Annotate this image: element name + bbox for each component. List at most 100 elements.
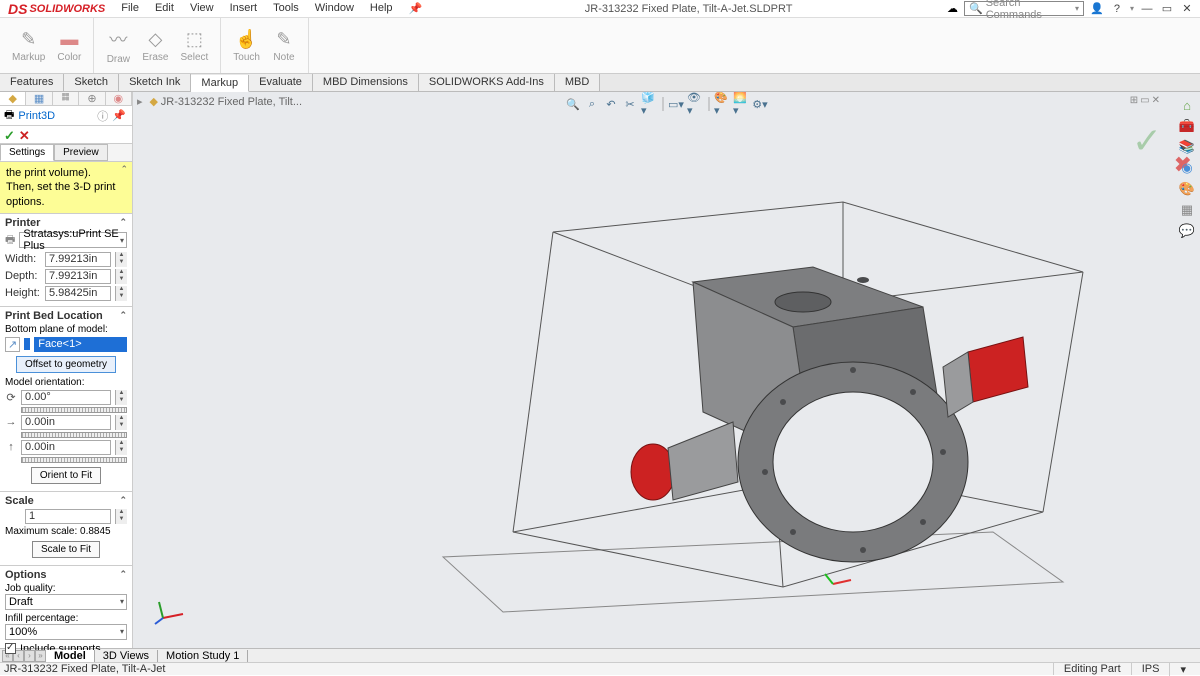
bottom-plane-field[interactable]: Face<1> (34, 337, 127, 352)
scale-input[interactable]: 1 (25, 509, 111, 524)
collapse-hint-icon[interactable]: ⌃ (120, 164, 128, 176)
ribbon-note-button[interactable]: ✎Note (266, 21, 302, 71)
edit-appearance-icon[interactable]: 🎨▾ (714, 96, 730, 112)
breadcrumb[interactable]: ◆ JR-313232 Fixed Plate, Tilt... (150, 95, 302, 108)
apply-scene-icon[interactable]: 🌅▾ (733, 96, 749, 112)
taskpane-appearances-icon[interactable]: 🎨 (1178, 180, 1196, 198)
cloud-icon[interactable]: ☁ (947, 2, 958, 15)
tab-evaluate[interactable]: Evaluate (249, 74, 313, 91)
print3d-feature-icon: 🖶 (4, 106, 14, 125)
ok-button-icon[interactable]: ✓ (4, 128, 15, 141)
subtab-settings[interactable]: Settings (0, 144, 54, 161)
close-icon[interactable]: ✕ (1180, 2, 1194, 15)
bottom-tab-3d-views[interactable]: 3D Views (95, 650, 158, 662)
tab-solidworks-addins[interactable]: SOLIDWORKS Add-Ins (419, 74, 555, 91)
collapse-options-icon[interactable]: ⌃ (119, 569, 127, 581)
menu-tools[interactable]: Tools (265, 0, 307, 17)
ribbon-markup-button[interactable]: ✎Markup (6, 21, 51, 71)
help-icon[interactable]: ? (1110, 3, 1124, 15)
panel-tab-property-icon[interactable]: ▦ (26, 92, 52, 105)
viewport-close-icon[interactable]: ✕ (1152, 95, 1160, 106)
bottom-tab-motion-study[interactable]: Motion Study 1 (158, 650, 248, 662)
viewport-window-icon[interactable]: ⊞ (1130, 95, 1138, 106)
taskpane-view-icon[interactable]: ◉ (1178, 159, 1196, 177)
ribbon-select-button[interactable]: ⬚Select (174, 21, 214, 71)
display-style-icon[interactable]: ▭▾ (668, 96, 684, 112)
offset-to-geometry-button[interactable]: Offset to geometry (16, 356, 116, 373)
view-settings-icon[interactable]: ⚙▾ (752, 96, 768, 112)
flyout-expand-icon[interactable]: ▸ (137, 95, 143, 108)
taskpane-custom-icon[interactable]: ▦ (1178, 201, 1196, 219)
printer-height-input[interactable]: 5.98425in (45, 286, 111, 301)
plane-select-icon[interactable]: ↗ (5, 337, 20, 352)
include-supports-checkbox[interactable] (5, 643, 16, 654)
graphics-viewport[interactable]: ▸ ◆ JR-313232 Fixed Plate, Tilt... 🔍 ⌕ ↶… (133, 92, 1200, 648)
tab-features[interactable]: Features (0, 74, 64, 91)
hide-show-icon[interactable]: 👁▾ (687, 96, 703, 112)
ribbon-color-button[interactable]: ▬Color (51, 21, 87, 71)
prev-view-icon[interactable]: ↶ (603, 96, 619, 112)
cancel-button-icon[interactable]: ✕ (19, 128, 30, 141)
infill-select[interactable]: 100%▾ (5, 624, 127, 640)
printer-depth-input[interactable]: 7.99213in (45, 269, 111, 284)
help-feature-icon[interactable]: ⓘ (97, 108, 108, 124)
ribbon-erase-button[interactable]: ◇Erase (136, 21, 174, 71)
menu-window[interactable]: Window (307, 0, 362, 17)
collapse-scale-icon[interactable]: ⌃ (119, 495, 127, 507)
scale-to-fit-button[interactable]: Scale to Fit (32, 541, 100, 558)
orient-to-fit-button[interactable]: Orient to Fit (31, 467, 101, 484)
taskpane-home-icon[interactable]: ⌂ (1178, 96, 1196, 114)
dy-input[interactable]: 0.00in (21, 440, 111, 455)
dx-input[interactable]: 0.00in (21, 415, 111, 430)
menu-file[interactable]: File (113, 0, 147, 17)
subtab-preview[interactable]: Preview (54, 144, 108, 161)
move-x-icon: → (5, 416, 17, 428)
ribbon-touch-button[interactable]: ☝Touch (227, 21, 266, 71)
tab-sketch[interactable]: Sketch (64, 74, 119, 91)
printer-section: Printer⌃ 🖶 Stratasys:uPrint SE Plus▾ Wid… (0, 214, 132, 307)
tab-mbd-dimensions[interactable]: MBD Dimensions (313, 74, 419, 91)
ribbon-draw-button[interactable]: 〰Draw (100, 21, 136, 71)
minimize-icon[interactable]: — (1140, 3, 1154, 15)
pin-feature-icon[interactable]: 📌 (112, 109, 126, 122)
angle-slider[interactable] (21, 407, 127, 413)
menu-edit[interactable]: Edit (147, 0, 182, 17)
taskpane-forum-icon[interactable]: 💬 (1178, 222, 1196, 240)
menu-insert[interactable]: Insert (222, 0, 266, 17)
printer-select[interactable]: Stratasys:uPrint SE Plus▾ (19, 232, 127, 248)
menu-view[interactable]: View (182, 0, 222, 17)
tab-mbd[interactable]: MBD (555, 74, 600, 91)
section-view-icon[interactable]: ✂ (622, 96, 638, 112)
zoom-area-icon[interactable]: ⌕ (584, 96, 600, 112)
job-quality-select[interactable]: Draft▾ (5, 594, 127, 610)
printer-width-input[interactable]: 7.99213in (45, 252, 111, 267)
dy-slider[interactable] (21, 457, 127, 463)
view-tabs-bar: « ‹ › » Model 3D Views Motion Study 1 (0, 648, 1200, 662)
tab-sketch-ink[interactable]: Sketch Ink (119, 74, 191, 91)
status-units[interactable]: IPS (1131, 663, 1170, 675)
restore-icon[interactable]: ▭ (1160, 2, 1174, 15)
collapse-printer-icon[interactable]: ⌃ (119, 217, 127, 229)
status-extra-icon[interactable]: ▾ (1169, 663, 1196, 676)
panel-tab-display-icon[interactable]: ◉ (106, 92, 132, 105)
orientation-triad-icon[interactable] (153, 594, 187, 628)
taskpane-resources-icon[interactable]: 🧰 (1178, 117, 1196, 135)
collapse-bed-icon[interactable]: ⌃ (119, 310, 127, 322)
search-commands-input[interactable]: 🔍 Search Commands ▾ (964, 1, 1084, 16)
angle-input[interactable]: 0.00° (21, 390, 111, 405)
zoom-fit-icon[interactable]: 🔍 (565, 96, 581, 112)
panel-tab-config-icon[interactable]: 𝄜 (53, 92, 79, 105)
viewport-max-icon[interactable]: ▭ (1140, 95, 1149, 106)
view-orientation-icon[interactable]: 🧊▾ (641, 96, 657, 112)
panel-tab-feature-tree-icon[interactable]: ◆ (0, 92, 26, 105)
menu-help[interactable]: Help (362, 0, 401, 17)
taskpane-library-icon[interactable]: 📚 (1178, 138, 1196, 156)
user-icon[interactable]: 👤 (1090, 2, 1104, 15)
sheet-nav-next-icon[interactable]: › (24, 650, 35, 662)
menu-pin-icon[interactable]: 📌 (401, 0, 431, 17)
tab-markup[interactable]: Markup (191, 75, 249, 92)
panel-tab-dimxpert-icon[interactable]: ⊕ (79, 92, 105, 105)
sheet-nav-last-icon[interactable]: » (35, 650, 46, 662)
dx-slider[interactable] (21, 432, 127, 438)
bottom-tab-model[interactable]: Model (46, 650, 95, 662)
